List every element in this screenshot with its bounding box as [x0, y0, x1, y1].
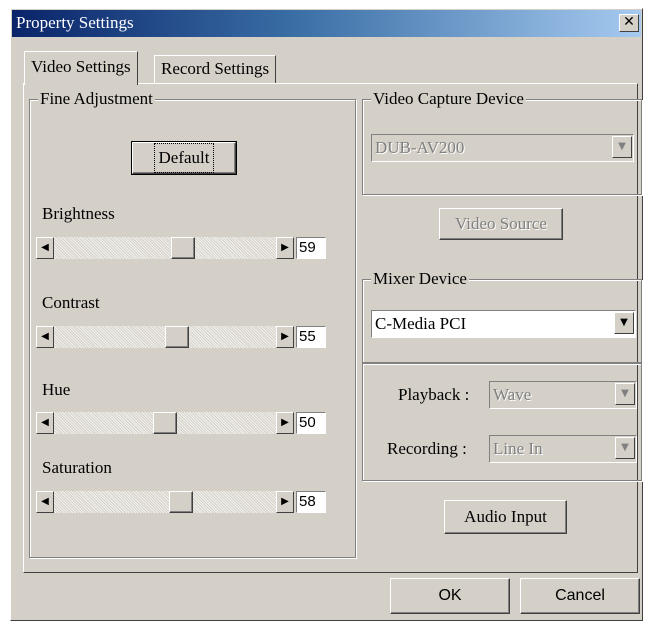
title-bar[interactable]: Property Settings ✕	[12, 10, 641, 37]
tab-record-settings-label: Record Settings	[161, 59, 270, 78]
saturation-label: Saturation	[42, 458, 112, 477]
audio-input-button[interactable]: Audio Input	[444, 500, 567, 534]
video-capture-dropdown-button[interactable]: ▼	[612, 136, 632, 158]
tab-video-settings-label: Video Settings	[31, 57, 131, 76]
default-button-label: Default	[153, 143, 215, 173]
video-capture-label: Video Capture Device	[371, 89, 526, 109]
mixer-device-value: C-Media PCI	[375, 314, 467, 333]
brightness-track[interactable]	[54, 237, 276, 259]
mixer-device-select[interactable]: C-Media PCI ▼	[371, 310, 636, 338]
brightness-thumb[interactable]	[171, 237, 195, 259]
recording-value: Line In	[493, 439, 543, 458]
left-arrow-icon: ◀	[41, 242, 49, 253]
contrast-right-arrow[interactable]: ▶	[276, 326, 294, 348]
recording-select[interactable]: Line In ▼	[489, 435, 637, 463]
window-title: Property Settings	[16, 13, 134, 32]
playback-dropdown-button[interactable]: ▼	[615, 383, 635, 405]
video-settings-panel: Fine Adjustment Default Brightness ◀ ▶ 5…	[23, 83, 642, 573]
chevron-down-icon: ▼	[618, 141, 626, 152]
hue-right-arrow[interactable]: ▶	[276, 412, 294, 434]
saturation-left-arrow[interactable]: ◀	[36, 491, 54, 513]
video-capture-device-select[interactable]: DUB-AV200 ▼	[371, 134, 634, 162]
right-arrow-icon: ▶	[281, 331, 289, 342]
hue-left-arrow[interactable]: ◀	[36, 412, 54, 434]
close-icon: ✕	[623, 14, 635, 30]
saturation-slider[interactable]: ◀ ▶ 58	[36, 491, 341, 515]
audio-routing-group: Playback : Wave ▼ Recording : Line In ▼	[362, 363, 642, 481]
tab-record-settings[interactable]: Record Settings	[154, 55, 277, 83]
mixer-device-group: Mixer Device C-Media PCI ▼	[362, 269, 642, 363]
mixer-device-label: Mixer Device	[371, 269, 469, 289]
video-source-button-label: Video Source	[455, 214, 547, 233]
contrast-label: Contrast	[42, 293, 100, 312]
default-button[interactable]: Default	[131, 141, 237, 175]
brightness-right-arrow[interactable]: ▶	[276, 237, 294, 259]
video-source-button[interactable]: Video Source	[439, 208, 563, 240]
brightness-value: 59	[296, 237, 326, 259]
contrast-slider[interactable]: ◀ ▶ 55	[36, 326, 341, 350]
recording-label: Recording :	[387, 439, 467, 458]
video-capture-group: Video Capture Device DUB-AV200 ▼	[362, 89, 642, 195]
chevron-down-icon: ▼	[620, 317, 628, 328]
hue-value: 50	[296, 412, 326, 434]
hue-thumb[interactable]	[153, 412, 177, 434]
fine-adjustment-label: Fine Adjustment	[38, 89, 155, 109]
audio-input-button-label: Audio Input	[464, 507, 547, 526]
right-arrow-icon: ▶	[281, 496, 289, 507]
chevron-down-icon: ▼	[621, 442, 629, 453]
tab-video-settings[interactable]: Video Settings	[24, 51, 138, 85]
right-arrow-icon: ▶	[281, 417, 289, 428]
fine-adjustment-group: Fine Adjustment Default Brightness ◀ ▶ 5…	[29, 89, 356, 558]
cancel-button[interactable]: Cancel	[520, 578, 640, 614]
ok-button[interactable]: OK	[390, 578, 510, 614]
contrast-left-arrow[interactable]: ◀	[36, 326, 54, 348]
right-arrow-icon: ▶	[281, 242, 289, 253]
contrast-thumb[interactable]	[165, 326, 189, 348]
mixer-device-dropdown-button[interactable]: ▼	[614, 312, 634, 334]
close-button[interactable]: ✕	[619, 14, 639, 32]
chevron-down-icon: ▼	[621, 388, 629, 399]
saturation-thumb[interactable]	[169, 491, 193, 513]
left-arrow-icon: ◀	[41, 496, 49, 507]
cancel-button-label: Cancel	[555, 587, 605, 604]
contrast-value: 55	[296, 326, 326, 348]
recording-dropdown-button[interactable]: ▼	[615, 437, 635, 459]
saturation-track[interactable]	[54, 491, 276, 513]
playback-select[interactable]: Wave ▼	[489, 381, 637, 409]
left-arrow-icon: ◀	[41, 417, 49, 428]
brightness-slider[interactable]: ◀ ▶ 59	[36, 237, 341, 261]
brightness-label: Brightness	[42, 204, 115, 223]
left-arrow-icon: ◀	[41, 331, 49, 342]
brightness-left-arrow[interactable]: ◀	[36, 237, 54, 259]
hue-label: Hue	[42, 380, 71, 399]
playback-value: Wave	[493, 385, 532, 404]
hue-slider[interactable]: ◀ ▶ 50	[36, 412, 341, 436]
saturation-value: 58	[296, 491, 326, 513]
playback-label: Playback :	[398, 385, 470, 404]
saturation-right-arrow[interactable]: ▶	[276, 491, 294, 513]
video-capture-device-value: DUB-AV200	[375, 138, 465, 157]
property-settings-dialog: Property Settings ✕ Video Settings Recor…	[10, 8, 643, 621]
ok-button-label: OK	[438, 587, 462, 604]
